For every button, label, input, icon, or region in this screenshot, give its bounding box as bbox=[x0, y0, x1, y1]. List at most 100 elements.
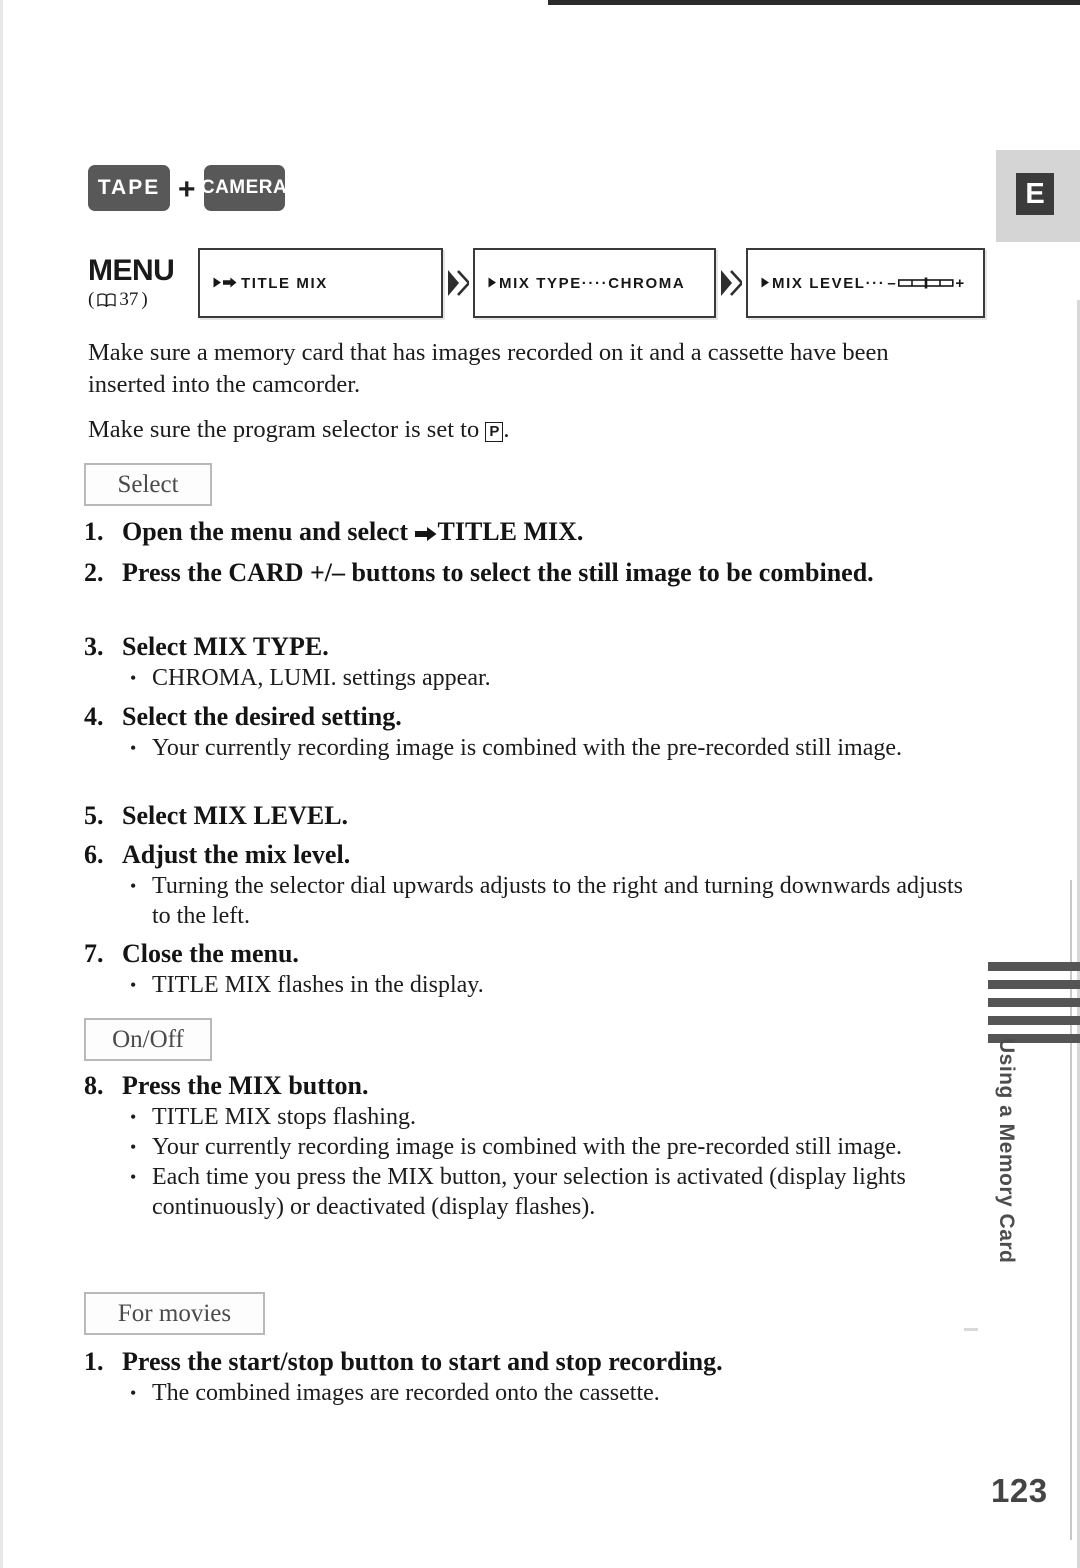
step-1-heading: 1. Open the menu and select TITLE MIX. bbox=[84, 515, 974, 548]
bullet-item: • TITLE MIX flashes in the display. bbox=[130, 970, 974, 1000]
step-3-bullets: • CHROMA, LUMI. settings appear. bbox=[84, 663, 974, 693]
language-tab-letter: E bbox=[1025, 177, 1045, 210]
step-8-title: Press the MIX button. bbox=[122, 1071, 369, 1100]
step-6-heading: 6. Adjust the mix level. bbox=[84, 838, 974, 871]
rail-bar bbox=[988, 980, 1080, 989]
step-7-title: Close the menu. bbox=[122, 939, 299, 968]
intro-paragraph-2-after: . bbox=[503, 416, 510, 443]
intro-paragraph-1: Make sure a memory card that has images … bbox=[88, 339, 889, 398]
bullet-text: The combined images are recorded onto th… bbox=[152, 1380, 660, 1406]
bullet-item: • TITLE MIX stops flashing. bbox=[130, 1102, 974, 1132]
menu-label: MENU bbox=[88, 253, 175, 287]
step-2: 2. Press the CARD +/– buttons to select … bbox=[84, 556, 974, 589]
step-2-title: Press the CARD +/– buttons to select the… bbox=[122, 558, 874, 587]
plus-separator: + bbox=[178, 173, 196, 206]
scan-edge-left bbox=[0, 0, 3, 1568]
intro-paragraph-2-before: Make sure the program selector is set to bbox=[88, 416, 486, 443]
page-number: 123 bbox=[991, 1472, 1048, 1509]
movie-step-1-bullets: • The combined images are recorded onto … bbox=[84, 1378, 974, 1408]
bullet-dot: • bbox=[130, 738, 137, 758]
step-3-title: Select MIX TYPE. bbox=[122, 632, 329, 661]
bullet-text: CHROMA, LUMI. settings appear. bbox=[152, 665, 491, 691]
bullet-text: Your currently recording image is combin… bbox=[152, 735, 903, 761]
menu-label-group: MENU ( 37 ) bbox=[88, 253, 192, 309]
play-arrow-icon bbox=[488, 275, 497, 292]
bullet-item: • CHROMA, LUMI. settings appear. bbox=[130, 663, 974, 693]
bullet-dot: • bbox=[130, 876, 137, 896]
bullet-dot: • bbox=[130, 975, 137, 995]
bullet-dot: • bbox=[130, 1107, 137, 1127]
section-tag-for-movies: For movies bbox=[84, 1292, 265, 1335]
step-7-number: 7. bbox=[84, 939, 104, 968]
step-8-number: 8. bbox=[84, 1071, 104, 1100]
right-arrow-icon bbox=[223, 275, 237, 292]
section-tag-select-label: Select bbox=[117, 470, 179, 498]
lcd-screen-mix-type: MIX TYPE····CHROMA bbox=[473, 248, 716, 318]
step-3-number: 3. bbox=[84, 632, 104, 661]
step-6-number: 6. bbox=[84, 840, 104, 869]
lcd-screen-2-text: MIX TYPE····CHROMA bbox=[488, 275, 685, 292]
movie-step-1-number: 1. bbox=[84, 1347, 104, 1376]
step-6: 6. Adjust the mix level. • Turning the s… bbox=[84, 838, 974, 931]
double-chevron-icon-2 bbox=[716, 268, 746, 298]
step-7-heading: 7. Close the menu. bbox=[84, 937, 974, 970]
step-8-heading: 8. Press the MIX button. bbox=[84, 1069, 974, 1102]
movie-step-1-heading: 1. Press the start/stop button to start … bbox=[84, 1345, 974, 1378]
lcd-screen-2-label: MIX TYPE····CHROMA bbox=[499, 274, 686, 292]
bullet-text: Turning the selector dial upwards adjust… bbox=[152, 873, 964, 929]
menu-flow: MENU ( 37 ) TITLE MIX MIX TYPE····CHROMA… bbox=[88, 248, 985, 318]
step-3-heading: 3. Select MIX TYPE. bbox=[84, 630, 974, 663]
step-4-title: Select the desired setting. bbox=[122, 702, 402, 731]
mix-level-minus: – bbox=[887, 274, 898, 292]
scan-edge-top bbox=[548, 0, 1080, 5]
step-5-title: Select MIX LEVEL. bbox=[122, 801, 349, 830]
bullet-item: • Your currently recording image is comb… bbox=[130, 733, 974, 763]
step-7-bullets: • TITLE MIX flashes in the display. bbox=[84, 970, 974, 1000]
double-chevron-icon-1 bbox=[443, 268, 473, 298]
step-5: 5. Select MIX LEVEL. bbox=[84, 799, 974, 832]
step-8-bullets: • TITLE MIX stops flashing. • Your curre… bbox=[84, 1102, 974, 1222]
bullet-item: • The combined images are recorded onto … bbox=[130, 1378, 974, 1408]
step-1-title-after: TITLE MIX. bbox=[437, 517, 584, 546]
bullet-dot: • bbox=[130, 668, 137, 688]
language-tab: E bbox=[1016, 173, 1054, 215]
rail-bar bbox=[988, 962, 1080, 971]
intro-paragraph-2: Make sure the program selector is set to… bbox=[88, 414, 968, 446]
lcd-screen-mix-level: MIX LEVEL··· – + bbox=[746, 248, 985, 318]
bullet-item: • Turning the selector dial upwards adju… bbox=[130, 871, 974, 931]
section-tag-for-movies-label: For movies bbox=[117, 1299, 232, 1327]
step-4-bullets: • Your currently recording image is comb… bbox=[84, 733, 974, 763]
camera-mode-badge: CAMERA bbox=[201, 165, 287, 211]
bullet-item: • Your currently recording image is comb… bbox=[130, 1132, 974, 1162]
menu-page-number: 37 bbox=[119, 288, 139, 310]
step-2-number: 2. bbox=[84, 558, 104, 587]
bullet-item: • Each time you press the MIX button, yo… bbox=[130, 1162, 974, 1222]
paren-close: ) bbox=[141, 288, 148, 310]
step-3: 3. Select MIX TYPE. • CHROMA, LUMI. sett… bbox=[84, 630, 974, 693]
step-6-bullets: • Turning the selector dial upwards adju… bbox=[84, 871, 974, 931]
movie-step-1: 1. Press the start/stop button to start … bbox=[84, 1345, 974, 1408]
lcd-screen-1-text: TITLE MIX bbox=[213, 275, 328, 292]
tape-mode-badge-label: TAPE bbox=[97, 176, 161, 199]
bullet-text: Your currently recording image is combin… bbox=[152, 1134, 903, 1160]
step-2-heading: 2. Press the CARD +/– buttons to select … bbox=[84, 556, 974, 589]
play-arrow-icon bbox=[761, 275, 770, 292]
chapter-rail-label: Using a Memory Card bbox=[995, 1038, 1018, 1264]
play-arrow-icon bbox=[213, 275, 222, 292]
step-4-heading: 4. Select the desired setting. bbox=[84, 700, 974, 733]
step-4: 4. Select the desired setting. • Your cu… bbox=[84, 700, 974, 763]
lcd-screen-title-mix: TITLE MIX bbox=[198, 248, 443, 318]
mix-level-slider: – + bbox=[887, 275, 965, 292]
lcd-screen-3-text: MIX LEVEL··· – + bbox=[761, 275, 966, 292]
book-icon bbox=[97, 292, 116, 308]
bullet-text: TITLE MIX flashes in the display. bbox=[152, 972, 484, 998]
menu-page-reference: ( 37 ) bbox=[88, 290, 192, 309]
bullet-text: TITLE MIX stops flashing. bbox=[152, 1104, 416, 1130]
step-4-number: 4. bbox=[84, 702, 104, 731]
tape-mode-badge: TAPE bbox=[88, 165, 170, 211]
step-8: 8. Press the MIX button. • TITLE MIX sto… bbox=[84, 1069, 974, 1222]
step-1-number: 1. bbox=[84, 517, 104, 546]
program-selector-p-icon: P bbox=[485, 422, 504, 442]
bullet-text: Each time you press the MIX button, your… bbox=[152, 1164, 906, 1220]
step-1: 1. Open the menu and select TITLE MIX. bbox=[84, 515, 974, 548]
